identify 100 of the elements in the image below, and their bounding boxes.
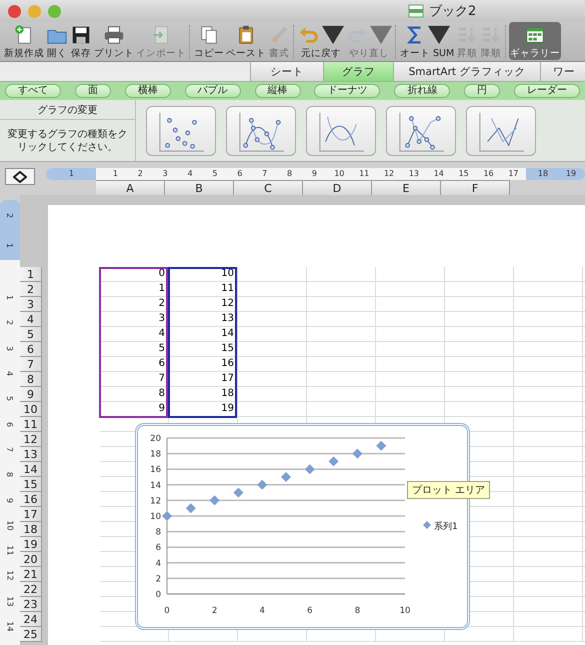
ruler-number: 6 (6, 422, 14, 427)
row-header[interactable]: 18 (20, 522, 42, 537)
table-cell[interactable]: 16 (169, 357, 238, 372)
table-cell[interactable]: 3 (100, 312, 169, 327)
ruler-number: 4 (186, 168, 194, 180)
row-header[interactable]: 11 (20, 417, 42, 432)
close-button[interactable] (8, 4, 21, 18)
row-header[interactable]: 8 (20, 372, 42, 387)
column-header[interactable]: C (234, 180, 303, 195)
column-header[interactable]: E (372, 180, 441, 195)
toolbar-button[interactable]: プリント (93, 22, 135, 60)
ruler-number: 1 (6, 242, 14, 248)
table-cell[interactable]: 2 (100, 297, 169, 312)
row-header[interactable]: 13 (20, 447, 42, 462)
ribbon-tab[interactable]: グラフ (323, 62, 393, 81)
ribbon-tab[interactable]: シート (250, 62, 323, 81)
row-header[interactable]: 16 (20, 492, 42, 507)
table-cell[interactable]: 5 (100, 342, 169, 357)
table-cell[interactable]: 6 (100, 357, 169, 372)
zoom-button[interactable] (48, 4, 61, 18)
row-header[interactable]: 9 (20, 387, 42, 402)
axis-label: 2 (156, 574, 161, 584)
ribbon-tab[interactable]: ワー (540, 62, 585, 81)
ruler-number: 8 (286, 168, 294, 180)
table-cell[interactable]: 18 (169, 387, 238, 402)
table-cell[interactable]: 1 (100, 282, 169, 297)
row-header[interactable]: 7 (20, 357, 42, 372)
row-header[interactable]: 15 (20, 477, 42, 492)
column-header[interactable]: B (165, 180, 234, 195)
row-header[interactable]: 12 (20, 432, 42, 447)
row-header[interactable]: 22 (20, 582, 42, 597)
ribbon-tab[interactable]: SmartArt グラフィック (393, 62, 540, 81)
chart-type-button[interactable]: 折れ線 (394, 84, 450, 98)
row-header[interactable]: 17 (20, 507, 42, 522)
chart-type-button[interactable]: レーダー (514, 84, 580, 98)
table-cell[interactable]: 10 (169, 267, 238, 282)
ruler-number: 6 (236, 168, 244, 180)
data-point (304, 464, 315, 474)
row-header[interactable]: 14 (20, 462, 42, 477)
tooltip: プロット エリア (407, 481, 490, 499)
chart-type-button[interactable]: 横棒 (124, 84, 171, 98)
row-header[interactable]: 4 (20, 312, 42, 327)
data-point (162, 511, 172, 521)
chart-style-button[interactable] (386, 106, 456, 156)
row-header[interactable]: 10 (20, 402, 42, 417)
row-header[interactable]: 19 (20, 537, 42, 552)
chart-type-button[interactable]: 縦棒 (254, 84, 300, 98)
table-cell[interactable]: 14 (169, 327, 238, 342)
row-header[interactable]: 3 (20, 297, 42, 312)
column-header[interactable]: A (96, 180, 165, 195)
table-cell[interactable]: 15 (169, 342, 238, 357)
toolbar-button[interactable]: ペースト (225, 22, 267, 60)
ruler-number: 11 (358, 168, 370, 180)
ruler-number: 17 (507, 168, 520, 180)
chart-style-button[interactable] (146, 106, 216, 156)
toolbar-button[interactable]: 開く (45, 22, 69, 60)
table-cell[interactable]: 17 (169, 372, 238, 387)
table-cell[interactable]: 12 (169, 297, 238, 312)
table-cell[interactable]: 7 (100, 372, 169, 387)
chart-style-button[interactable] (226, 106, 296, 156)
table-cell[interactable]: 0 (100, 267, 169, 282)
toolbar-button[interactable]: コピー (193, 22, 225, 60)
axis-label: 18 (150, 450, 161, 460)
select-all-button[interactable] (5, 168, 35, 185)
table-cell[interactable]: 11 (169, 282, 238, 297)
ruler-number: 2 (136, 168, 144, 180)
chart-type-button[interactable]: バブル (184, 84, 241, 98)
toolbar-button[interactable]: 新規作成 (3, 22, 45, 60)
table-cell[interactable]: 4 (100, 327, 169, 342)
toolbar-button[interactable]: 保存 (69, 22, 93, 60)
column-header[interactable]: D (303, 180, 372, 195)
row-header[interactable]: 5 (20, 327, 42, 342)
row-header[interactable]: 1 (20, 267, 42, 282)
ruler-number: 13 (408, 168, 420, 180)
caret-icon (428, 24, 450, 46)
chart-type-button[interactable]: 面 (74, 84, 111, 98)
axis-label: 12 (150, 496, 161, 506)
row-header[interactable]: 20 (20, 552, 42, 567)
chart-style-button[interactable] (306, 106, 376, 156)
chart-style-button[interactable] (466, 106, 536, 156)
row-header[interactable]: 2 (20, 282, 42, 297)
table-cell[interactable]: 9 (100, 402, 169, 417)
axis-label: 4 (260, 606, 265, 616)
column-header[interactable]: F (441, 180, 510, 195)
row-header[interactable]: 24 (20, 612, 42, 627)
row-header[interactable]: 23 (20, 597, 42, 612)
row-header[interactable]: 6 (20, 342, 42, 357)
ruler-number: 19 (564, 168, 578, 180)
chart-type-button[interactable]: 円 (464, 84, 500, 98)
row-header[interactable]: 21 (20, 567, 42, 582)
toolbar-button[interactable]: オート SUM (399, 22, 456, 60)
row-header[interactable]: 25 (20, 627, 42, 642)
chart-type-button[interactable]: すべて (5, 84, 61, 98)
caret-icon (322, 24, 344, 46)
chart-type-button[interactable]: ドーナツ (314, 84, 380, 98)
table-cell[interactable]: 13 (169, 312, 238, 327)
toolbar-button[interactable]: ギャラリー (509, 22, 562, 60)
table-cell[interactable]: 8 (100, 387, 169, 402)
toolbar-button[interactable]: 元に戻す (297, 22, 345, 60)
table-cell[interactable]: 19 (169, 402, 238, 417)
